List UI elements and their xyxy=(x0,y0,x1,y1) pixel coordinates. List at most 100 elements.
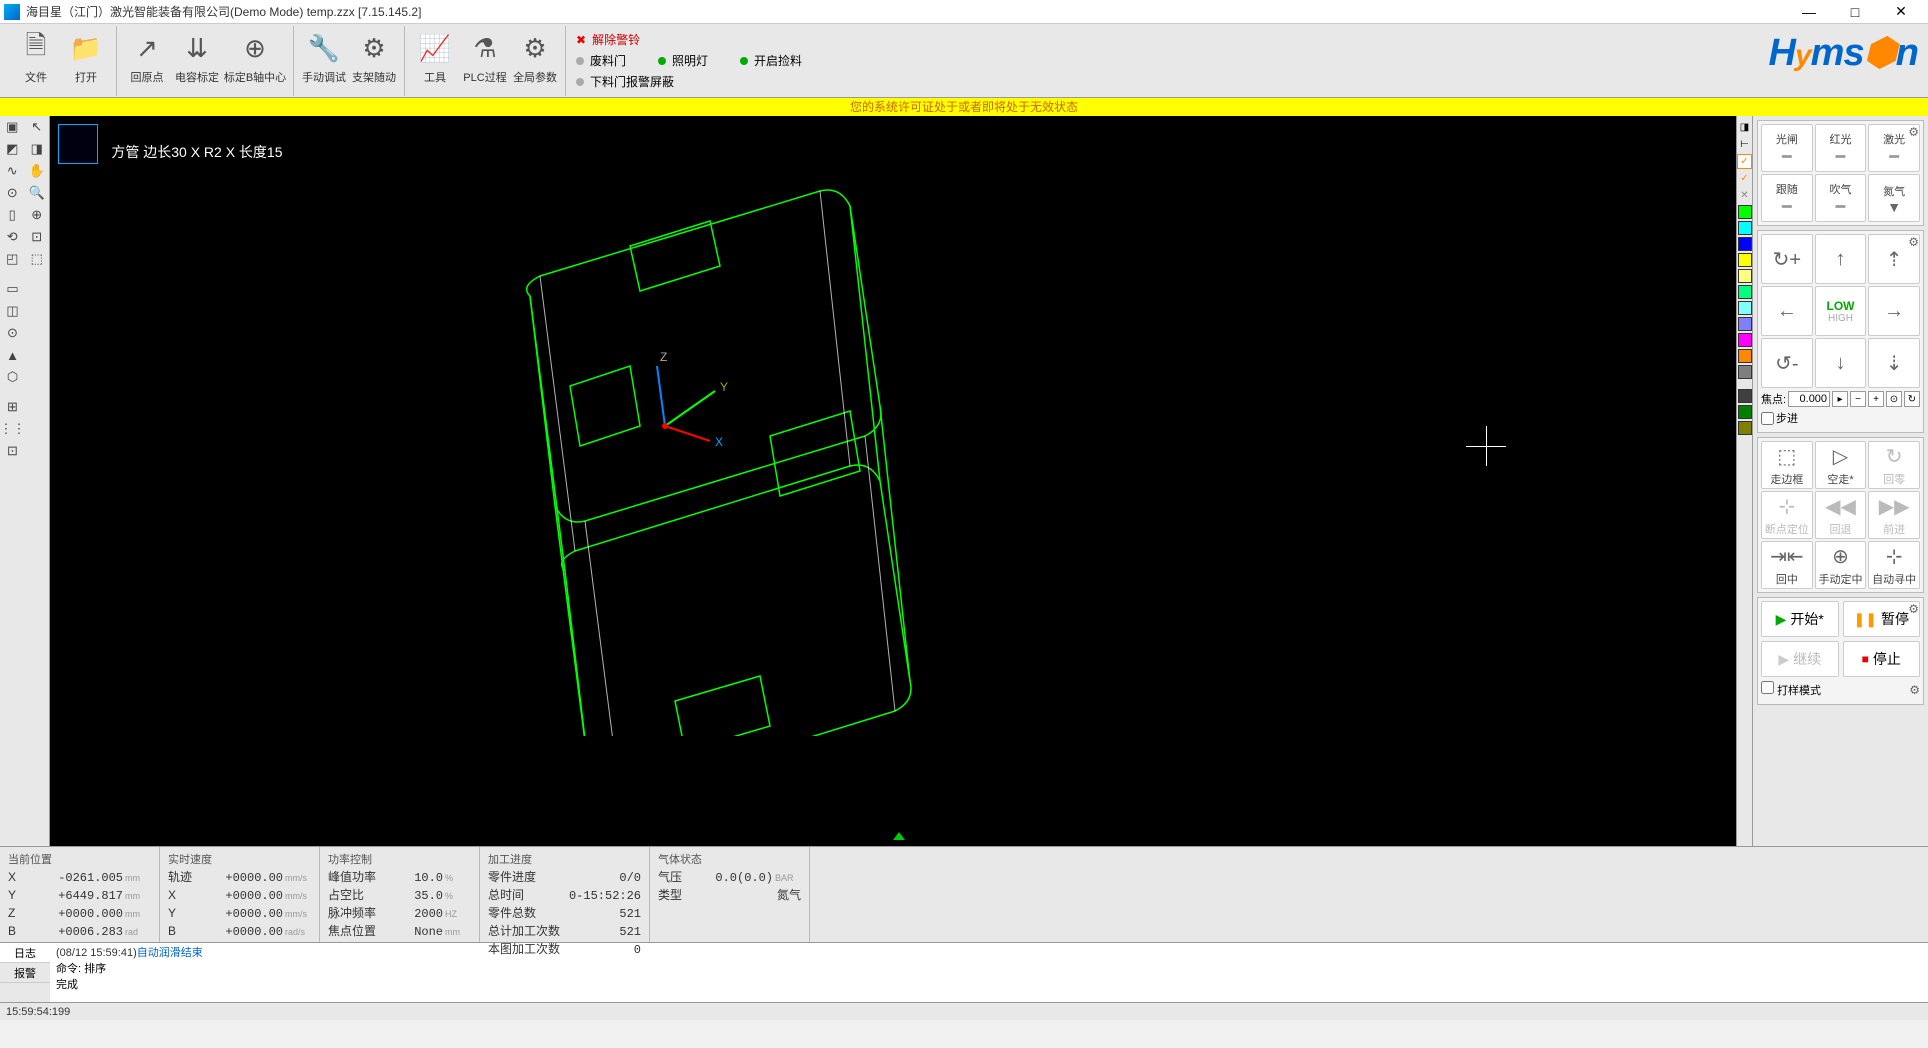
breakpoint-button[interactable]: ⊹断点定位 xyxy=(1761,491,1813,539)
tool-m[interactable]: ⊡ xyxy=(0,440,25,462)
speed-toggle-button[interactable]: LOWHIGH xyxy=(1815,286,1867,336)
action-gear-icon[interactable]: ⚙ xyxy=(1908,602,1919,616)
layer-check-icon[interactable]: ✓ xyxy=(1737,154,1752,169)
tool-j[interactable]: ⬡ xyxy=(0,366,25,388)
color-green[interactable] xyxy=(1738,205,1752,219)
tool-g[interactable]: ◫ xyxy=(0,300,25,322)
jog-right-button[interactable]: → xyxy=(1868,286,1920,336)
return-mid-button[interactable]: ⇥⇤回中 xyxy=(1761,541,1813,589)
focus-go-button[interactable]: ▸ xyxy=(1832,391,1848,407)
pointer-tool[interactable]: ↖ xyxy=(25,116,50,138)
color-orange[interactable] xyxy=(1738,349,1752,363)
zoom-tool[interactable]: 🔍 xyxy=(25,182,50,204)
canvas-handle[interactable] xyxy=(893,832,905,840)
dry-run-button[interactable]: ▷空走* xyxy=(1815,441,1867,489)
clear-alarm-link[interactable]: 解除警铃 xyxy=(592,31,640,48)
b-axis-button[interactable]: ⊕标定B轴中心 xyxy=(223,26,287,90)
focus-plus-button[interactable]: + xyxy=(1868,391,1884,407)
frame-icon: ⬚ xyxy=(1777,444,1796,469)
zoom-fit-tool[interactable]: ⊕ xyxy=(25,204,50,226)
file-button[interactable]: 🗎文件 xyxy=(12,26,60,90)
tool-a[interactable]: ▯ xyxy=(0,204,25,226)
shutter-button[interactable]: 光闸━ xyxy=(1761,124,1813,172)
start-button[interactable]: ▶开始* xyxy=(1761,601,1839,637)
follow-button[interactable]: 跟随━ xyxy=(1761,174,1813,222)
focus-input[interactable] xyxy=(1788,391,1830,407)
forward-button[interactable]: ▶▶前进 xyxy=(1868,491,1920,539)
return-zero-button[interactable]: ↻回零 xyxy=(1868,441,1920,489)
global-button[interactable]: ⚙全局参数 xyxy=(511,26,559,90)
color-blue[interactable] xyxy=(1738,237,1752,251)
capacitance-button[interactable]: ⇊电容标定 xyxy=(173,26,221,90)
focus-minus-button[interactable]: − xyxy=(1850,391,1866,407)
tool-d[interactable]: ◰ xyxy=(0,248,25,270)
z-down-button[interactable]: ⇣ xyxy=(1868,338,1920,388)
home-button[interactable]: ↗回原点 xyxy=(123,26,171,90)
z-down-icon: ⇣ xyxy=(1886,351,1903,376)
rotate-ccw-button[interactable]: ↺- xyxy=(1761,338,1813,388)
canvas-3d: X Y Z xyxy=(50,116,1290,736)
tool-e[interactable]: ⬚ xyxy=(25,248,50,270)
color-magenta[interactable] xyxy=(1738,333,1752,347)
color-lightyellow[interactable] xyxy=(1738,269,1752,283)
pan-tool[interactable]: ✋ xyxy=(25,160,50,182)
blow-button[interactable]: 吹气━ xyxy=(1815,174,1867,222)
jog-gear-icon[interactable]: ⚙ xyxy=(1908,235,1919,249)
rotate-cw-button[interactable]: ↻+ xyxy=(1761,234,1813,284)
color-lightcyan[interactable] xyxy=(1738,301,1752,315)
tool-b[interactable]: ⟲ xyxy=(0,226,25,248)
focus-reset-button[interactable]: ⊙ xyxy=(1886,391,1902,407)
color-darkgray[interactable] xyxy=(1738,389,1752,403)
auto-center-button[interactable]: ⊹自动寻中 xyxy=(1868,541,1920,589)
tool-i[interactable]: ▲ xyxy=(0,344,25,366)
nitrogen-button[interactable]: 氮气▼ xyxy=(1868,174,1920,222)
section-gear-icon[interactable]: ⚙ xyxy=(1908,125,1919,139)
frame-button[interactable]: ⬚走边框 xyxy=(1761,441,1813,489)
manual-button[interactable]: 🔧手动调试 xyxy=(300,26,348,90)
rect-select-tool[interactable]: ◨ xyxy=(25,138,50,160)
log-tab[interactable]: 日志 xyxy=(0,943,50,963)
sample-gear-icon[interactable]: ⚙ xyxy=(1909,683,1920,697)
step-checkbox[interactable] xyxy=(1761,412,1774,425)
sample-mode-checkbox[interactable] xyxy=(1761,681,1774,694)
tools-button[interactable]: 📈工具 xyxy=(411,26,459,90)
continue-button[interactable]: ▶继续 xyxy=(1761,641,1839,677)
layer-check2-icon[interactable]: ✓ xyxy=(1737,171,1752,186)
arrow-up-icon: ↑ xyxy=(1835,248,1845,271)
layer-show-icon[interactable]: ◨ xyxy=(1737,120,1752,135)
back-button[interactable]: ◀◀回退 xyxy=(1815,491,1867,539)
stop-button[interactable]: ■停止 xyxy=(1843,641,1921,677)
layer-x-icon[interactable]: ✕ xyxy=(1737,188,1752,203)
color-cyan[interactable] xyxy=(1738,221,1752,235)
color-olive[interactable] xyxy=(1738,421,1752,435)
jog-down-button[interactable]: ↓ xyxy=(1815,338,1867,388)
viewport[interactable]: 方管 边长30 X R2 X 长度15 xyxy=(50,116,1736,846)
support-button[interactable]: ⚙支架随动 xyxy=(350,26,398,90)
color-lightblue[interactable] xyxy=(1738,317,1752,331)
color-darkgreen[interactable] xyxy=(1738,405,1752,419)
jog-left-button[interactable]: ← xyxy=(1761,286,1813,336)
curve-tool[interactable]: ∿ xyxy=(0,160,25,182)
color-springgreen[interactable] xyxy=(1738,285,1752,299)
jog-up-button[interactable]: ↑ xyxy=(1815,234,1867,284)
color-yellow[interactable] xyxy=(1738,253,1752,267)
tool-k[interactable]: ⊞ xyxy=(0,396,25,418)
tool-f[interactable]: ▭ xyxy=(0,278,25,300)
tool-c[interactable]: ⊡ xyxy=(25,226,50,248)
maximize-button[interactable]: □ xyxy=(1832,0,1878,24)
minimize-button[interactable]: — xyxy=(1786,0,1832,24)
plc-button[interactable]: ⚗PLC过程 xyxy=(461,26,509,90)
alarm-tab[interactable]: 报警 xyxy=(0,963,50,983)
red-light-button[interactable]: 红光━ xyxy=(1815,124,1867,172)
close-button[interactable]: ✕ xyxy=(1878,0,1924,24)
manual-center-button[interactable]: ⊕手动定中 xyxy=(1815,541,1867,589)
tool-l[interactable]: ⋮⋮ xyxy=(0,418,25,440)
focus-refresh-button[interactable]: ↻ xyxy=(1904,391,1920,407)
color-gray[interactable] xyxy=(1738,365,1752,379)
open-button[interactable]: 📁打开 xyxy=(62,26,110,90)
layer-lock-icon[interactable]: ⊢ xyxy=(1737,137,1752,152)
node-tool[interactable]: ◩ xyxy=(0,138,25,160)
point-tool[interactable]: ⊙ xyxy=(0,182,25,204)
tool-h[interactable]: ⊙ xyxy=(0,322,25,344)
selection-tool[interactable]: ▣ xyxy=(0,116,25,138)
